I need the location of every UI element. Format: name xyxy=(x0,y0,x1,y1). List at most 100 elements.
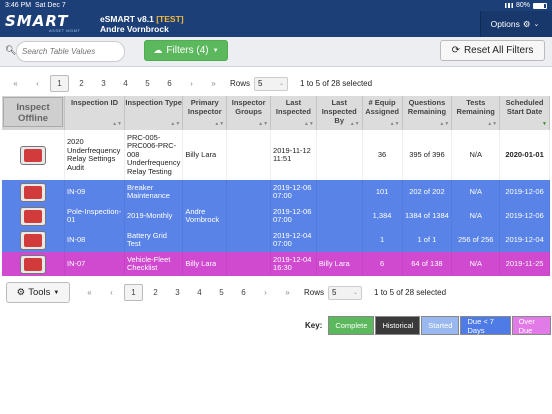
column-header[interactable]: Inspector Groups ▲▼ xyxy=(226,96,272,130)
page-button[interactable]: 1 xyxy=(124,284,143,301)
primary-inspector: Billy Lara xyxy=(182,252,228,276)
page-button[interactable]: 6 xyxy=(234,284,253,301)
table-row[interactable]: IN-09 Breaker Maintenance 2019-12-06 07:… xyxy=(2,180,550,204)
column-header[interactable]: # Equip Assigned ▲▼ xyxy=(362,96,403,130)
rows-label: Rows xyxy=(230,79,251,88)
inspection-type: PRC-005-PRC006-PRC-008 Underfrequency Re… xyxy=(124,130,184,180)
column-header-sorted[interactable]: Scheduled Start Date ▼ xyxy=(499,96,550,130)
wifi-icon xyxy=(504,3,513,8)
launch-inspection-button[interactable] xyxy=(20,145,46,165)
chevron-down-icon: ⌄ xyxy=(278,81,285,87)
next-page-button[interactable]: › xyxy=(182,75,201,92)
rows-value: 5 xyxy=(332,288,337,297)
table-row[interactable]: 2020 Underfrequency Relay Settings Audit… xyxy=(2,130,550,180)
options-label: Options xyxy=(490,19,520,29)
search-input[interactable] xyxy=(16,41,125,62)
toolbar: 🔍︎ ☁ Filters (4) ▼ ⟳ Reset All Filters xyxy=(0,37,552,67)
table-row[interactable]: IN-07 Vehicle-Fleet Checklist Billy Lara… xyxy=(2,252,550,276)
refresh-icon: ⟳ xyxy=(451,45,460,56)
table-header-row: Inspect Offline Inspection ID ▲▼ Inspecti… xyxy=(2,96,550,130)
caret-down-icon: ▼ xyxy=(212,47,219,54)
status-date: Sat Dec 7 xyxy=(34,2,66,9)
page-button[interactable]: 4 xyxy=(116,75,135,92)
page-button[interactable]: 1 xyxy=(50,75,69,92)
page-button[interactable]: 6 xyxy=(160,75,179,92)
column-header[interactable]: Last Inspected By ▲▼ xyxy=(316,96,363,130)
column-header[interactable]: Questions Remaining ▲▼ xyxy=(402,96,453,130)
rows-select[interactable]: 5 ⌄ xyxy=(254,76,289,91)
page-button[interactable]: 4 xyxy=(190,284,209,301)
equip-assigned: 1,384 xyxy=(362,204,403,228)
last-page-button[interactable]: » xyxy=(278,284,297,301)
app-logo: SMART ASSET MGMT xyxy=(5,12,97,35)
column-header[interactable]: Tests Remaining ▲▼ xyxy=(451,96,501,130)
options-menu-button[interactable]: Options ⚙ ⌄ xyxy=(480,11,552,37)
equip-assigned: 1 xyxy=(362,228,403,252)
table-row[interactable]: Pole-Inspection-01 2019-Monthly Andre Vo… xyxy=(2,204,550,228)
page-button[interactable]: 5 xyxy=(138,75,157,92)
page-button[interactable]: 3 xyxy=(94,75,113,92)
tools-button[interactable]: ⚙ Tools ▼ xyxy=(6,282,70,303)
chevron-down-icon: ⌄ xyxy=(533,21,540,28)
primary-inspector: Billy Lara xyxy=(182,130,228,180)
caret-down-icon: ▼ xyxy=(53,289,60,296)
table-row[interactable]: IN-08 Battery Grid Test 2019-12-04 07:00… xyxy=(2,228,550,252)
first-page-button[interactable]: « xyxy=(6,75,25,92)
equip-assigned: 101 xyxy=(362,180,403,204)
rows-label: Rows xyxy=(304,288,325,297)
tests-remaining: N/A xyxy=(451,204,501,228)
scheduled-start: 2020-01-01 xyxy=(499,130,550,180)
column-header[interactable]: Inspection ID ▲▼ xyxy=(64,96,125,130)
page-button[interactable]: 2 xyxy=(146,284,165,301)
questions-remaining: 395 of 396 xyxy=(402,130,453,180)
column-header[interactable]: Primary Inspector ▲▼ xyxy=(182,96,228,130)
launch-cell xyxy=(2,228,65,252)
user-name: Andre Vornbrock xyxy=(100,24,169,34)
last-inspected: 2019-12-06 07:00 xyxy=(270,180,317,204)
scheduled-start: 2019-12-04 xyxy=(499,228,550,252)
env-tag: [TEST] xyxy=(156,14,184,24)
reset-filters-button[interactable]: ⟳ Reset All Filters xyxy=(440,40,545,61)
inspections-table: Inspect Offline Inspection ID ▲▼ Inspecti… xyxy=(2,96,550,276)
launch-inspection-button[interactable] xyxy=(20,230,46,250)
pagination-top: « ‹ 1 2 3 4 5 6 › » Rows 5 ⌄ 1 to 5 of 28… xyxy=(6,75,372,92)
inspection-type: Battery Grid Test xyxy=(124,228,184,252)
last-inspected-by xyxy=(316,180,363,204)
inspector-groups xyxy=(226,130,272,180)
scheduled-start: 2019-12-06 xyxy=(499,204,550,228)
prev-page-button[interactable]: ‹ xyxy=(102,284,121,301)
page-button[interactable]: 3 xyxy=(168,284,187,301)
selection-count: 1 to 5 of 28 selected xyxy=(300,79,373,88)
launch-cell xyxy=(2,252,65,276)
rows-value: 5 xyxy=(258,79,263,88)
chevron-down-icon: ⌄ xyxy=(352,290,359,296)
column-header[interactable]: Inspection Type ▲▼ xyxy=(124,96,184,130)
first-page-button[interactable]: « xyxy=(80,284,99,301)
last-page-button[interactable]: » xyxy=(204,75,223,92)
column-header[interactable]: Last Inspected ▲▼ xyxy=(270,96,317,130)
logo-subtext: ASSET MGMT xyxy=(49,28,81,33)
rows-select[interactable]: 5 ⌄ xyxy=(328,285,363,300)
selection-count: 1 to 5 of 28 selected xyxy=(374,288,447,297)
inspect-offline-button[interactable]: Inspect Offline xyxy=(3,97,63,127)
search-icon: 🔍︎ xyxy=(5,45,17,55)
status-legend: Key: Complete Historical Started Due < 7… xyxy=(305,316,552,335)
prev-page-button[interactable]: ‹ xyxy=(28,75,47,92)
launch-inspection-button[interactable] xyxy=(20,254,46,274)
inspector-groups xyxy=(226,252,272,276)
launch-inspection-button[interactable] xyxy=(20,206,46,226)
page-button[interactable]: 5 xyxy=(212,284,231,301)
scheduled-start: 2019-11-25 xyxy=(499,252,550,276)
next-page-button[interactable]: › xyxy=(256,284,275,301)
inspection-id: IN-08 xyxy=(64,228,125,252)
filters-button[interactable]: ☁ Filters (4) ▼ xyxy=(144,40,228,61)
inspection-id: Pole-Inspection-01 xyxy=(64,204,125,228)
inspector-groups xyxy=(226,228,272,252)
ios-status-bar: 3:46 PM Sat Dec 7 80% xyxy=(0,0,552,11)
primary-inspector: Andre Vornbrock xyxy=(182,204,228,228)
legend-started: Started xyxy=(421,316,460,335)
launch-inspection-button[interactable] xyxy=(20,182,46,202)
inspection-id: IN-07 xyxy=(64,252,125,276)
page-button[interactable]: 2 xyxy=(72,75,91,92)
inspection-type: Breaker Maintenance xyxy=(124,180,184,204)
